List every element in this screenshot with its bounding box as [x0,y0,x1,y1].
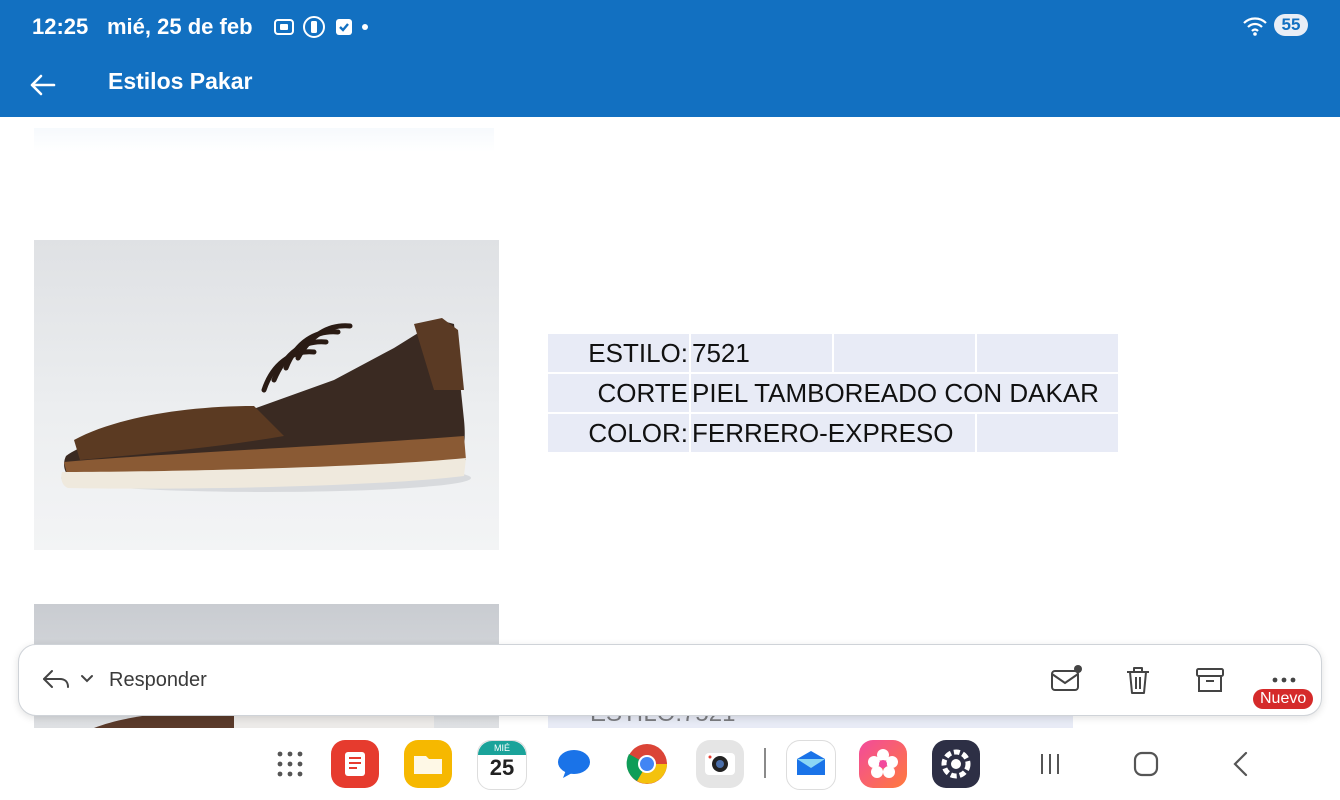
battery-indicator: 55 [1274,14,1308,36]
recent-apps-icon[interactable] [1036,750,1064,783]
calendar-app-icon[interactable]: MIÉ 25 [477,740,527,790]
table-divider [975,414,977,452]
calendar-day-label: MIÉ [478,741,526,755]
wifi-icon [1242,14,1268,43]
chrome-app-icon[interactable] [623,740,671,788]
notes-app-icon[interactable] [331,740,379,788]
messages-app-icon[interactable] [550,740,598,788]
navigation-bar: MIÉ 25 [0,728,1340,800]
dock-separator [764,748,766,778]
spec-value: PIEL TAMBOREADO CON DAKAR [692,378,1099,408]
reply-button[interactable]: Responder [109,669,207,692]
gallery-app-icon[interactable] [859,740,907,788]
app-bar: Estilos Pakar [0,54,1340,117]
screenshot-icon [272,15,296,44]
spec-label: COLOR: [588,418,688,448]
reply-bar: Responder Nuevo [18,644,1322,716]
status-bar: 12:25 mié, 25 de feb 55 [0,0,1340,54]
checkbox-icon [332,15,356,44]
status-icons [272,15,356,44]
spec-label: ESTILO: [588,338,688,368]
table-divider [689,334,691,452]
page-title: Estilos Pakar [108,68,253,94]
camera-app-icon[interactable] [696,740,744,788]
back-arrow-icon[interactable] [26,68,60,102]
back-nav-icon[interactable] [1228,750,1256,783]
reply-icon[interactable] [41,667,71,698]
email-app-icon[interactable] [786,740,836,790]
spec-value: FERRERO-EXPRESO [692,418,954,448]
home-icon[interactable] [1132,750,1160,783]
shoe-photo[interactable] [34,240,499,550]
calendar-day-number: 25 [489,755,515,780]
vibrate-icon [302,15,326,44]
notification-dot [362,24,368,30]
status-time: 12:25 [32,14,89,39]
app-drawer-icon[interactable] [266,740,314,788]
shoe-illustration [61,318,471,492]
trash-icon[interactable] [1121,663,1155,697]
chevron-down-icon[interactable] [79,671,95,692]
settings-app-icon[interactable] [932,740,980,788]
table-divider [975,334,977,374]
mark-unread-icon[interactable] [1049,663,1083,697]
spec-value: 7521 [692,338,750,368]
new-badge: Nuevo [1253,689,1314,709]
files-app-icon[interactable] [404,740,452,788]
spec-row-color: COLOR: FERRERO-EXPRESO [548,414,1118,452]
spec-row-corte: CORTE PIEL TAMBOREADO CON DAKAR [548,374,1118,414]
faded-header-image [34,128,494,152]
spec-label: CORTE [597,378,688,408]
spec-table: ESTILO: 7521 CORTE PIEL TAMBOREADO CON D… [548,334,1118,452]
status-date: mié, 25 de feb [107,14,253,39]
archive-icon[interactable] [1193,663,1227,697]
table-divider [832,334,834,374]
